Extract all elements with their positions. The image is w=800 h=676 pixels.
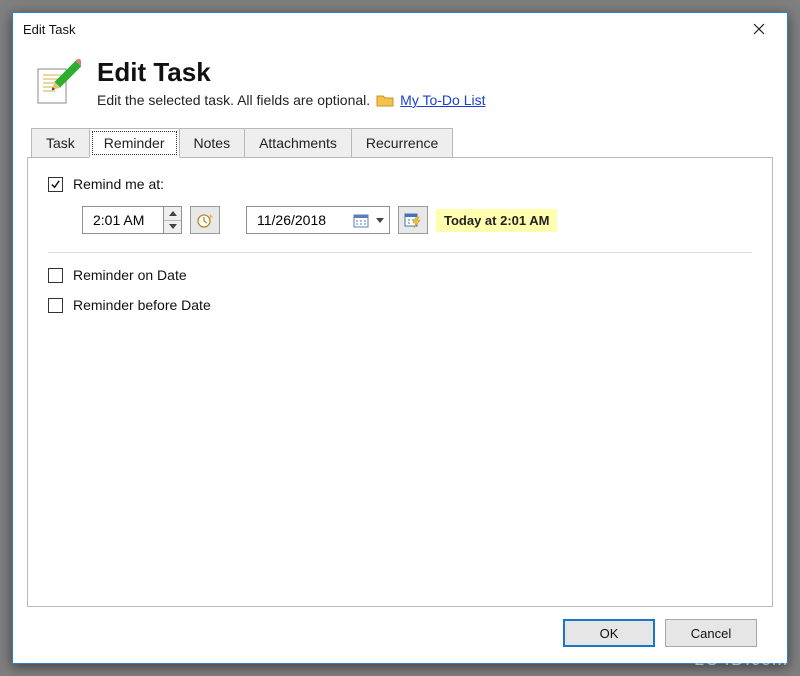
edit-task-dialog: Edit Task Edit T — [12, 12, 788, 664]
header: Edit Task Edit the selected task. All fi… — [31, 57, 773, 109]
my-todo-list-link[interactable]: My To-Do List — [400, 92, 485, 108]
calendar-icon — [353, 212, 369, 228]
dialog-footer: OK Cancel — [27, 607, 773, 663]
separator — [48, 252, 752, 253]
reminder-before-date-checkbox[interactable] — [48, 298, 63, 313]
page-subtitle: Edit the selected task. All fields are o… — [97, 92, 370, 108]
page-subtitle-row: Edit the selected task. All fields are o… — [97, 92, 486, 108]
close-icon — [753, 23, 765, 35]
time-value[interactable]: 2:01 AM — [83, 207, 163, 233]
chevron-down-icon — [169, 224, 177, 229]
calendar-lightning-icon — [404, 211, 422, 229]
clock-reset-icon — [196, 211, 214, 229]
remind-me-checkbox[interactable] — [48, 177, 63, 192]
remind-me-label: Remind me at: — [73, 176, 164, 192]
tab-attachments[interactable]: Attachments — [244, 128, 352, 158]
time-spinner — [163, 207, 181, 233]
reminder-before-date-row: Reminder before Date — [48, 297, 752, 313]
reminder-on-date-label: Reminder on Date — [73, 267, 187, 283]
ok-button[interactable]: OK — [563, 619, 655, 647]
tab-recurrence[interactable]: Recurrence — [351, 128, 453, 158]
chevron-up-icon — [169, 211, 177, 216]
reset-time-button[interactable] — [190, 206, 220, 234]
set-today-button[interactable] — [398, 206, 428, 234]
content-area: Edit Task Edit the selected task. All fi… — [13, 45, 787, 663]
tab-notes[interactable]: Notes — [179, 128, 246, 158]
reminder-on-date-row: Reminder on Date — [48, 267, 752, 283]
date-input[interactable]: 11/26/2018 — [246, 206, 390, 234]
titlebar: Edit Task — [13, 13, 787, 45]
close-button[interactable] — [737, 15, 781, 43]
folder-icon — [376, 93, 394, 107]
date-dropdown-button[interactable] — [375, 218, 385, 223]
remind-me-row: Remind me at: — [48, 176, 752, 192]
cancel-button[interactable]: Cancel — [665, 619, 757, 647]
reminder-on-date-checkbox[interactable] — [48, 268, 63, 283]
tabs: Task Reminder Notes Attachments Recurren… — [31, 127, 773, 157]
time-spin-down[interactable] — [164, 221, 181, 234]
check-icon — [50, 179, 61, 190]
today-summary: Today at 2:01 AM — [436, 209, 557, 232]
time-input[interactable]: 2:01 AM — [82, 206, 182, 234]
tab-reminder[interactable]: Reminder — [89, 128, 180, 158]
window-title: Edit Task — [23, 22, 737, 37]
edit-pencil-icon — [31, 57, 83, 109]
chevron-down-icon — [376, 218, 384, 223]
time-spin-up[interactable] — [164, 207, 181, 221]
reminder-panel: Remind me at: 2:01 AM — [27, 157, 773, 607]
page-title: Edit Task — [97, 57, 486, 88]
reminder-before-date-label: Reminder before Date — [73, 297, 211, 313]
date-value[interactable]: 11/26/2018 — [257, 212, 347, 228]
time-date-row: 2:01 AM 11/26/2018 — [82, 206, 752, 234]
tab-task[interactable]: Task — [31, 128, 90, 158]
